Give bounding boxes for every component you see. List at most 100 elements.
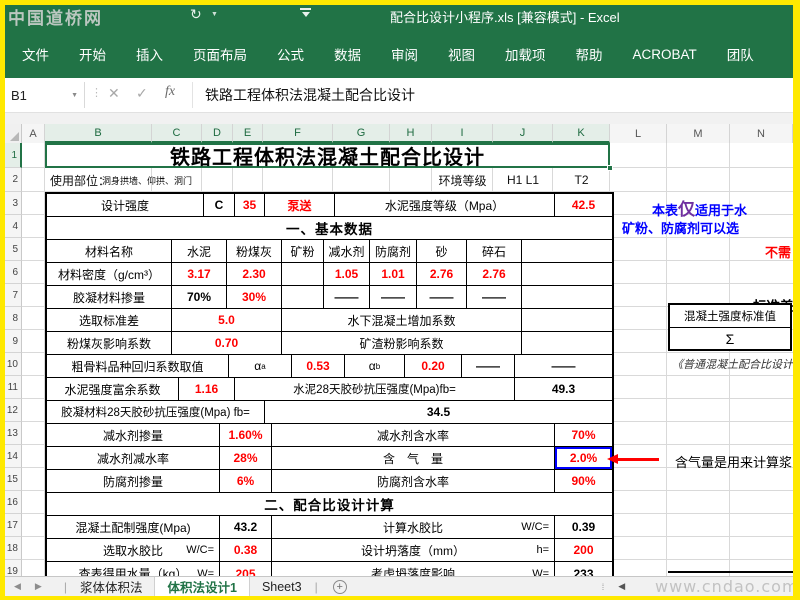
strength-standard-title[interactable]: 混凝土强度标准值 [670, 305, 790, 328]
column-header-g[interactable]: G [333, 124, 390, 143]
name-box-dropdown-icon[interactable]: ▼ [71, 92, 78, 99]
cell-density-gravel[interactable]: 2.76 [467, 263, 522, 286]
cell-h-cement[interactable]: 水泥 [172, 240, 227, 263]
cell-cement-grade-label[interactable]: 水泥强度等级（Mpa） [335, 194, 555, 217]
cell-h-gravel[interactable]: 碎石 [467, 240, 522, 263]
cell-empty[interactable] [282, 286, 324, 309]
cell-stddev-label[interactable]: 选取标准差 [47, 309, 172, 332]
row-header-12[interactable]: 12 [5, 399, 22, 422]
cell-surplus-factor-label[interactable]: 水泥强度富余系数 [47, 378, 179, 401]
sigma-symbol[interactable]: Σ [670, 328, 790, 349]
quick-access-toolbar-dropdown-icon[interactable] [300, 8, 311, 17]
section-mix-calculation[interactable]: 二、配合比设计计算 [47, 493, 612, 516]
row-header-19[interactable]: 19 [5, 560, 22, 576]
cell-design-strength-label[interactable]: 设计强度 [47, 194, 204, 217]
row-header-6[interactable]: 6 [5, 261, 22, 284]
cell-surplus-factor-value[interactable]: 1.16 [179, 378, 235, 401]
cell-alpha-b[interactable]: αb [345, 355, 405, 378]
sheet-nav-left-icon[interactable]: ◀ [14, 581, 21, 592]
ribbon-tab-插入[interactable]: 插入 [121, 38, 178, 70]
ribbon-tab-公式[interactable]: 公式 [262, 38, 319, 70]
cell-prepared-strength-label[interactable]: 混凝土配制强度(Mpa) [47, 516, 220, 539]
cell-empty[interactable] [522, 263, 612, 286]
row-header-7[interactable]: 7 [5, 284, 22, 307]
cell-water-reduction-label[interactable]: 减水剂减水率 [47, 447, 220, 470]
redo-icon[interactable]: ↻ [190, 6, 202, 23]
cell-dash[interactable]: —— [324, 286, 370, 309]
cancel-icon[interactable]: ✕ [108, 85, 120, 102]
name-box[interactable]: B1 ▼ [5, 82, 85, 108]
cell-density-cement[interactable]: 3.17 [172, 263, 227, 286]
redo-dropdown-icon[interactable]: ▼ [211, 11, 218, 18]
add-sheet-button[interactable]: + [332, 579, 347, 594]
sheet-tab-2[interactable]: Sheet3 [250, 577, 314, 597]
cell-alpha-a-value[interactable]: 0.53 [292, 355, 345, 378]
ribbon-tab-文件[interactable]: 文件 [7, 38, 64, 70]
cell-density-label[interactable]: 材料密度（g/cm³） [47, 263, 172, 286]
cell-selected-wc-label[interactable]: 选取水胶比 W/C= [47, 539, 220, 562]
formula-input[interactable]: 铁路工程体积法混凝土配合比设计 [205, 85, 415, 105]
column-header-h[interactable]: H [390, 124, 432, 143]
cell-material-name[interactable]: 材料名称 [47, 240, 172, 263]
selected-cell-b1[interactable]: 铁路工程体积法混凝土配合比设计 [45, 143, 610, 169]
cell-grade-value[interactable]: 35 [235, 194, 265, 217]
cell-cement28-label[interactable]: 水泥28天胶砂抗压强度(Mpa)fb= [235, 378, 515, 401]
cell-water-lookup-value[interactable]: 205 [220, 562, 272, 576]
cell-pump[interactable]: 泵送 [265, 194, 335, 217]
cell-empty[interactable] [522, 240, 612, 263]
cell-env-value2[interactable]: T2 [553, 168, 610, 192]
cell-underwater-factor-label[interactable]: 水下混凝土增加系数 [282, 309, 522, 332]
ribbon-tab-ACROBAT[interactable]: ACROBAT [618, 41, 712, 68]
hscroll-left-icon[interactable]: ◀ [618, 581, 625, 592]
cell-water-reduction-value[interactable]: 28% [220, 447, 272, 470]
cell-calc-wc-value[interactable]: 0.39 [555, 516, 612, 539]
sheet-nav-right-icon[interactable]: ▶ [35, 581, 42, 592]
ribbon-tab-帮助[interactable]: 帮助 [561, 38, 618, 70]
row-header-1[interactable]: 1 [5, 143, 22, 168]
cell-slump-value[interactable]: 200 [555, 539, 612, 562]
cell-anticorrosive-dosage-label[interactable]: 防腐剂掺量 [47, 470, 220, 493]
sheet-tab-0[interactable]: 浆体体积法 [68, 577, 155, 597]
cell-h-flyash[interactable]: 粉煤灰 [227, 240, 282, 263]
column-header-d[interactable]: D [202, 124, 233, 143]
cell-grade-prefix[interactable]: C [204, 194, 235, 217]
row-header-17[interactable]: 17 [5, 514, 22, 537]
cell-reducer-dosage-value[interactable]: 1.60% [220, 424, 272, 447]
cell-slump-label[interactable]: 设计坍落度（mm） h= [272, 539, 555, 562]
row-header-5[interactable]: 5 [5, 238, 22, 261]
cell-regression-label[interactable]: 粗骨料品种回归系数取值 [47, 355, 229, 378]
cell-cement-grade-value[interactable]: 42.5 [555, 194, 612, 217]
column-header-n[interactable]: N [730, 124, 793, 143]
ribbon-tab-开始[interactable]: 开始 [64, 38, 121, 70]
cell-dash[interactable]: —— [370, 286, 417, 309]
row-header-18[interactable]: 18 [5, 537, 22, 560]
column-header-l[interactable]: L [610, 124, 667, 143]
cell-dash[interactable]: —— [515, 355, 612, 378]
cell-underwater-factor-value[interactable] [522, 309, 612, 332]
ribbon-tab-页面布局[interactable]: 页面布局 [178, 38, 262, 70]
insert-function-icon[interactable]: fx [165, 84, 175, 100]
cell-prepared-strength-value[interactable]: 43.2 [220, 516, 272, 539]
row-header-14[interactable]: 14 [5, 445, 22, 468]
column-header-i[interactable]: I [432, 124, 493, 143]
cell-empty[interactable] [522, 286, 612, 309]
tab-scrollbar-splitter[interactable]: ⁞ [602, 582, 605, 592]
cell-dash[interactable]: —— [417, 286, 467, 309]
column-header-c[interactable]: C [152, 124, 202, 143]
cell-dosage-flyash[interactable]: 30% [227, 286, 282, 309]
column-header-j[interactable]: J [493, 124, 553, 143]
row-header-15[interactable]: 15 [5, 468, 22, 491]
cell-anticorrosive-water-label[interactable]: 防腐剂含水率 [272, 470, 555, 493]
cell-h-sand[interactable]: 砂 [417, 240, 467, 263]
cell-binder-dosage-label[interactable]: 胶凝材料掺量 [47, 286, 172, 309]
cell-env-value1[interactable]: H1 L1 [493, 168, 553, 192]
row-header-13[interactable]: 13 [5, 422, 22, 445]
row-header-8[interactable]: 8 [5, 307, 22, 330]
cell-reducer-water-value[interactable]: 70% [555, 424, 612, 447]
cell-density-reducer[interactable]: 1.05 [324, 263, 370, 286]
cell-density-sand[interactable]: 2.76 [417, 263, 467, 286]
cell-slump-effect-value[interactable]: 233 [555, 562, 612, 576]
sheet-tab-1-active[interactable]: 体积法设计1 [154, 576, 250, 597]
cell-flyash-factor-label[interactable]: 粉煤灰影响系数 [47, 332, 172, 355]
cell-h-reducer[interactable]: 减水剂 [324, 240, 370, 263]
